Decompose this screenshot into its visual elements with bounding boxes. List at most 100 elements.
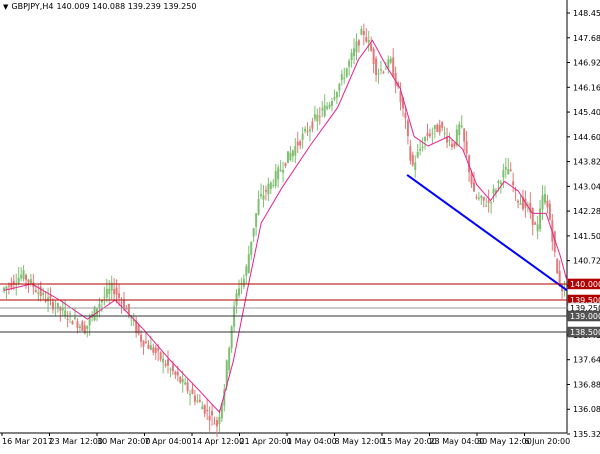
candle-body bbox=[42, 292, 45, 295]
candle-body bbox=[299, 141, 302, 146]
time-tick-label: 16 Mar 2017 bbox=[2, 437, 53, 446]
candle-body bbox=[174, 371, 177, 375]
candle-body bbox=[546, 200, 549, 208]
price-tick-label: 142.280 bbox=[573, 207, 600, 216]
candle-body bbox=[539, 208, 542, 230]
candle-body bbox=[460, 125, 463, 128]
candle-body bbox=[64, 310, 67, 316]
candle-body bbox=[242, 278, 245, 287]
candle-body bbox=[499, 182, 502, 184]
candle-body bbox=[159, 352, 162, 360]
price-tick-label: 144.600 bbox=[573, 133, 600, 142]
symbol-label: GBPJPY,H4 bbox=[11, 2, 54, 11]
candle-body bbox=[382, 71, 385, 73]
candle-body bbox=[262, 195, 265, 200]
candle-body bbox=[360, 28, 363, 35]
price-tick-label: 140.720 bbox=[573, 257, 600, 266]
moving-average-line bbox=[3, 39, 568, 414]
candle-body bbox=[201, 406, 204, 410]
candle-body bbox=[480, 195, 483, 198]
candle-body bbox=[267, 183, 270, 195]
time-tick-label: 21 Apr 20:00 bbox=[240, 437, 292, 446]
candle-body bbox=[176, 371, 179, 376]
candle-body bbox=[370, 44, 373, 51]
candle-body bbox=[419, 148, 422, 151]
chart-header: ▼ GBPJPY,H4 140.009 140.088 139.239 139.… bbox=[3, 2, 196, 11]
candle-body bbox=[404, 113, 407, 118]
triangle-down-icon[interactable]: ▼ bbox=[3, 3, 8, 11]
candle-body bbox=[203, 405, 206, 414]
candle-body bbox=[125, 308, 128, 310]
candle-body bbox=[323, 105, 326, 117]
price-tick-label: 135.320 bbox=[573, 430, 600, 439]
candle-body bbox=[118, 293, 121, 298]
candle-body bbox=[7, 285, 10, 287]
candle-body bbox=[296, 141, 299, 146]
candle-body bbox=[27, 279, 30, 283]
time-tick-label: 1 May 04:00 bbox=[287, 437, 337, 446]
candle-body bbox=[47, 297, 50, 302]
candle-body bbox=[171, 364, 174, 372]
candle-body bbox=[184, 382, 187, 385]
candle-body bbox=[100, 300, 103, 303]
candle-body bbox=[142, 340, 145, 347]
price-chart[interactable]: 148.450 147.680 146.920 146.160 145.400 144.6… bbox=[0, 0, 600, 450]
candle-body bbox=[235, 293, 238, 306]
candle-body bbox=[509, 169, 512, 171]
candle-body bbox=[426, 132, 429, 137]
candle-body bbox=[487, 200, 490, 203]
candle-body bbox=[86, 325, 89, 329]
candle-body bbox=[25, 275, 28, 281]
candle-body bbox=[353, 48, 356, 57]
candle-body bbox=[301, 133, 304, 140]
candle-body bbox=[289, 152, 292, 160]
candle-body bbox=[286, 151, 289, 163]
candle-body bbox=[311, 121, 314, 129]
candle-body bbox=[282, 169, 285, 173]
candle-body bbox=[313, 114, 316, 120]
candle-body bbox=[78, 326, 81, 328]
candle-body bbox=[144, 341, 147, 343]
candle-body bbox=[81, 321, 84, 331]
candle-body bbox=[215, 420, 218, 427]
price-tick-label: 146.920 bbox=[573, 59, 600, 68]
candle-body bbox=[458, 124, 461, 136]
candle-body bbox=[208, 415, 211, 421]
candle-body bbox=[414, 162, 417, 170]
candle-body bbox=[69, 313, 72, 315]
candle-body bbox=[20, 274, 23, 279]
candle-body bbox=[230, 326, 233, 349]
candle-body bbox=[316, 114, 319, 122]
candle-body bbox=[453, 142, 456, 147]
candle-body bbox=[357, 40, 360, 46]
candle-body bbox=[362, 31, 365, 36]
candle-body bbox=[321, 108, 324, 111]
candle-body bbox=[343, 77, 346, 79]
time-tick-label: 8 May 12:00 bbox=[335, 437, 385, 446]
candle-body bbox=[318, 116, 321, 118]
candle-body bbox=[39, 286, 42, 296]
chart-canvas[interactable]: 148.450 147.680 146.920 146.160 145.400 144.6… bbox=[0, 0, 600, 450]
candle-body bbox=[338, 83, 341, 91]
candle-body bbox=[257, 199, 260, 215]
candle-body bbox=[179, 376, 182, 383]
candle-body bbox=[433, 125, 436, 130]
candle-body bbox=[206, 409, 209, 411]
candle-body bbox=[247, 254, 250, 273]
price-tick-label: 136.880 bbox=[573, 380, 600, 389]
candle-body bbox=[443, 132, 446, 134]
candle-body bbox=[365, 37, 368, 42]
candle-body bbox=[531, 207, 534, 225]
candle-body bbox=[328, 104, 331, 108]
candle-body bbox=[252, 228, 255, 237]
candle-body bbox=[181, 379, 184, 383]
candle-body bbox=[189, 393, 192, 395]
candle-body bbox=[228, 347, 231, 371]
candle-body bbox=[164, 363, 167, 366]
candle-body bbox=[504, 167, 507, 170]
candle-body bbox=[345, 68, 348, 77]
candle-body bbox=[162, 358, 165, 363]
time-tick-label: 30 Mar 20:00 bbox=[97, 437, 150, 446]
candle-body bbox=[477, 197, 480, 199]
candle-body bbox=[490, 202, 493, 204]
